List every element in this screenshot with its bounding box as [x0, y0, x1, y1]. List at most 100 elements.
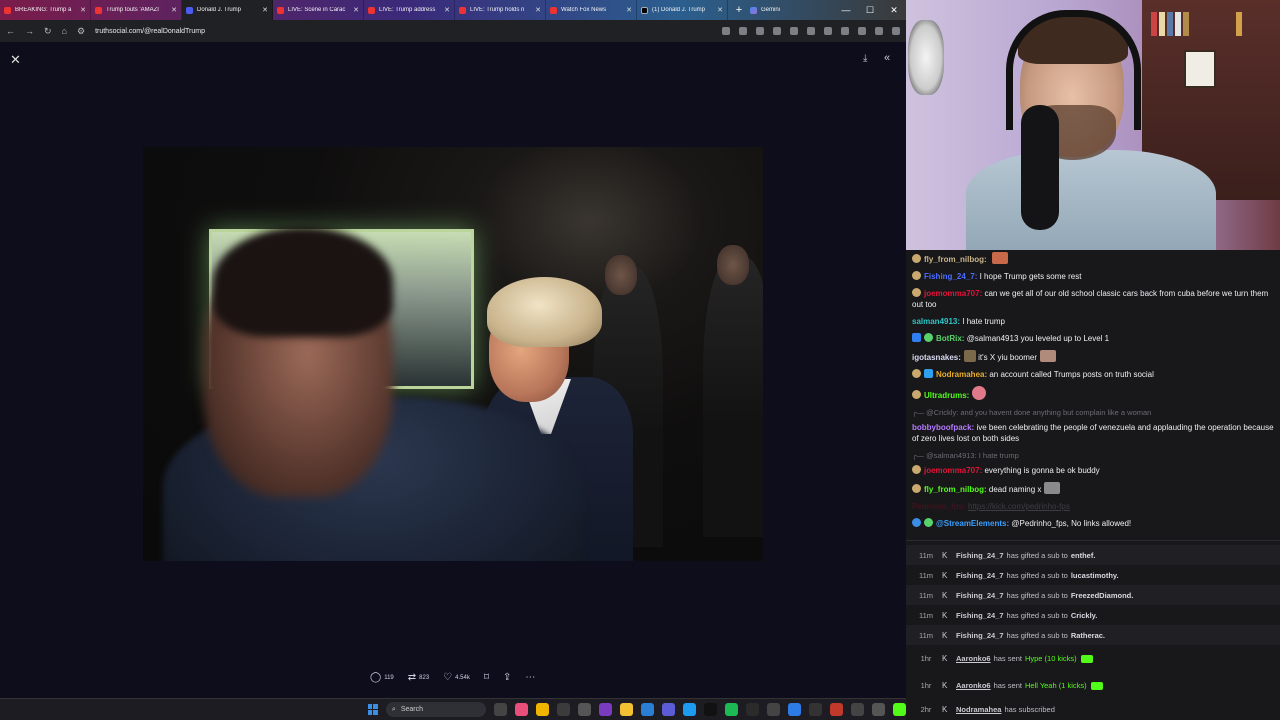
reply-button[interactable]: ◯ 119 — [370, 672, 394, 683]
youtube-icon — [368, 6, 375, 14]
close-tab-icon[interactable]: ✕ — [626, 6, 632, 14]
chat-message: Ultradrums: — [912, 386, 1274, 401]
youtube-icon — [95, 6, 102, 14]
stream-events-feed: 11m K Fishing_24_7 has gifted a sub to enthe… — [906, 540, 1280, 720]
app-icon[interactable] — [746, 703, 759, 716]
app-icon[interactable] — [557, 703, 570, 716]
taskbar-search[interactable]: ⌕ Search — [385, 702, 486, 717]
profile-avatar[interactable] — [875, 27, 883, 35]
cast-icon[interactable] — [722, 27, 730, 35]
badge-icon — [912, 390, 921, 399]
back-icon[interactable]: ← — [6, 26, 15, 36]
browser-tab[interactable]: Watch Fox News ✕ — [546, 0, 637, 20]
chat-message: igotasnakes: it's X yiu boomer — [912, 350, 1274, 363]
new-tab-button[interactable]: + — [732, 3, 746, 17]
reload-icon[interactable]: ↻ — [44, 26, 52, 37]
close-tab-icon[interactable]: ✕ — [444, 6, 450, 14]
site-info-icon[interactable]: ⚙ — [77, 26, 85, 37]
windows-taskbar: ⌕ Search — [0, 698, 906, 720]
menu-kebab-icon[interactable] — [892, 27, 900, 35]
forward-icon[interactable]: → — [25, 26, 34, 36]
kick-logo-icon: K — [942, 590, 948, 600]
close-tab-icon[interactable]: ✕ — [171, 6, 177, 14]
app-icon[interactable] — [683, 703, 696, 716]
browser-tab[interactable]: Trump touts 'AMAZI ✕ — [91, 0, 182, 20]
bookmark-star-icon[interactable] — [739, 27, 747, 35]
kick-logo-icon: K — [942, 654, 948, 663]
kick-icon[interactable] — [893, 703, 906, 716]
photo-trump-hair — [487, 277, 602, 347]
extension-icon[interactable] — [807, 27, 815, 35]
chat-message: BotRix: @salman4913 you leveled up to Le… — [912, 333, 1274, 344]
collapse-panel-icon[interactable]: « — [884, 52, 890, 64]
browser-tab[interactable]: LIVE: Trump address ✕ — [364, 0, 455, 20]
bot-badge-icon — [912, 518, 921, 527]
chrome-icon[interactable] — [536, 703, 549, 716]
youtube-icon — [4, 6, 11, 14]
browser-tab[interactable]: LIVE: Scene in Carac ✕ — [273, 0, 364, 20]
badge-icon — [912, 369, 921, 378]
app-icon[interactable] — [851, 703, 864, 716]
badge-icon — [912, 271, 921, 280]
app-icon[interactable] — [599, 703, 612, 716]
close-tab-icon[interactable]: ✕ — [717, 6, 723, 14]
minimize-icon[interactable]: — — [834, 5, 858, 16]
extension-icon[interactable] — [773, 27, 781, 35]
close-tab-icon[interactable]: ✕ — [353, 6, 359, 14]
bookmark-button[interactable]: ⌑ — [484, 672, 489, 683]
webcam-microphone — [1021, 105, 1059, 230]
app-icon[interactable] — [767, 703, 780, 716]
extension-icon[interactable] — [790, 27, 798, 35]
share-button[interactable]: ⇪ — [503, 672, 511, 683]
side-panel-icon[interactable] — [858, 27, 866, 35]
spotify-icon[interactable] — [725, 703, 738, 716]
browser-tab[interactable]: LIVE: Trump holds n ✕ — [455, 0, 546, 20]
bookmark-icon: ⌑ — [483, 672, 489, 683]
app-icon[interactable] — [704, 703, 717, 716]
app-icon[interactable] — [872, 703, 885, 716]
browser-tab[interactable]: (1) Donald J. Trump ✕ — [637, 0, 728, 20]
download-icon[interactable]: ⤓ — [863, 53, 867, 64]
more-options-button[interactable]: ⋯ — [525, 672, 535, 683]
chat-reply-context: ╭— @salman4913: I hate trump — [912, 451, 1019, 460]
app-icon[interactable] — [830, 703, 843, 716]
chat-message: joemomma707: can we get all of our old s… — [912, 288, 1269, 309]
app-icon[interactable] — [788, 703, 801, 716]
app-icon[interactable] — [809, 703, 822, 716]
windows-start-icon[interactable] — [368, 704, 378, 715]
browser-tab[interactable]: BREAKING: Trump a ✕ — [0, 0, 91, 20]
webcam-book — [1175, 12, 1181, 36]
close-tab-icon[interactable]: ✕ — [262, 6, 268, 14]
home-icon[interactable]: ⌂ — [62, 26, 67, 36]
share-icon: ⇪ — [502, 672, 512, 683]
close-tab-icon[interactable]: ✕ — [80, 6, 86, 14]
youtube-icon — [277, 6, 284, 14]
extension-icon[interactable] — [756, 27, 764, 35]
post-photo[interactable] — [143, 147, 763, 561]
webcam-book — [1167, 12, 1173, 36]
close-icon[interactable]: ✕ — [10, 52, 21, 68]
live-chat: fly_from_nilbog: Fishing_24_7: I hope Tr… — [906, 250, 1280, 540]
close-window-icon[interactable]: ✕ — [882, 5, 906, 16]
extension-icon[interactable] — [824, 27, 832, 35]
like-button[interactable]: ♡ 4.54k — [443, 672, 470, 683]
steam-icon[interactable] — [641, 703, 654, 716]
extensions-puzzle-icon[interactable] — [841, 27, 849, 35]
app-icon[interactable] — [578, 703, 591, 716]
photo-foreground-hair — [213, 227, 393, 337]
maximize-icon[interactable]: ☐ — [858, 5, 882, 16]
webcam-book — [1159, 12, 1165, 36]
file-explorer-icon[interactable] — [620, 703, 633, 716]
close-tab-icon[interactable]: ✕ — [535, 6, 541, 14]
badge-icon — [912, 254, 921, 263]
task-view-icon[interactable] — [494, 703, 507, 716]
browser-tab[interactable]: Gemini — [746, 0, 806, 20]
browser-tab-active[interactable]: Donald J. Trump ✕ — [182, 0, 273, 20]
app-icon[interactable] — [515, 703, 528, 716]
emote-icon — [963, 350, 976, 362]
verified-badge-icon — [924, 518, 933, 527]
url-field[interactable]: truthsocial.com/@realDonaldTrump — [95, 28, 205, 35]
discord-icon[interactable] — [662, 703, 675, 716]
gemini-icon — [750, 6, 757, 14]
repost-button[interactable]: ⇄ 823 — [408, 672, 429, 683]
